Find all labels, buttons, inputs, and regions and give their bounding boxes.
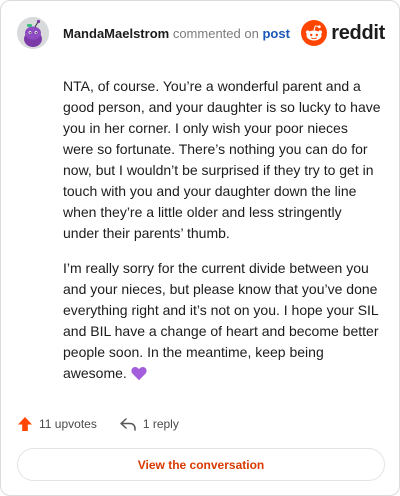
comment-paragraph: NTA, of course. You’re a wonderful paren…	[63, 78, 381, 241]
comment-embed-card: MandaMaelstrom commented on post reddit …	[0, 0, 400, 496]
comment-footer: 11 upvotes 1 reply	[17, 413, 179, 435]
comment-paragraph-text: I’m really sorry for the current divide …	[63, 260, 379, 381]
reply-arrow-icon	[120, 418, 136, 431]
purple-heart-emoji	[131, 366, 147, 387]
comment-byline: MandaMaelstrom commented on post	[63, 26, 290, 41]
comment-body: NTA, of course. You’re a wonderful paren…	[63, 76, 381, 401]
upvote-count[interactable]: 11 upvotes	[17, 416, 97, 432]
upvote-label: 11 upvotes	[39, 417, 97, 431]
snoo-avatar-icon	[17, 17, 49, 49]
comment-header: MandaMaelstrom commented on post reddit	[17, 15, 385, 51]
reply-count[interactable]: 1 reply	[119, 416, 179, 432]
view-conversation-button[interactable]: View the conversation	[17, 448, 385, 481]
reddit-brand[interactable]: reddit	[301, 19, 385, 47]
post-link[interactable]: post	[262, 26, 289, 41]
reply-label: 1 reply	[142, 417, 179, 431]
upvote-arrow-icon	[18, 417, 32, 431]
brand-wordmark: reddit	[331, 21, 385, 44]
user-avatar[interactable]	[17, 17, 49, 49]
author-name[interactable]: MandaMaelstrom	[63, 26, 169, 41]
reddit-logo-icon	[301, 20, 328, 46]
comment-paragraph: I’m really sorry for the current divide …	[63, 258, 381, 387]
action-text: commented on	[172, 26, 259, 41]
